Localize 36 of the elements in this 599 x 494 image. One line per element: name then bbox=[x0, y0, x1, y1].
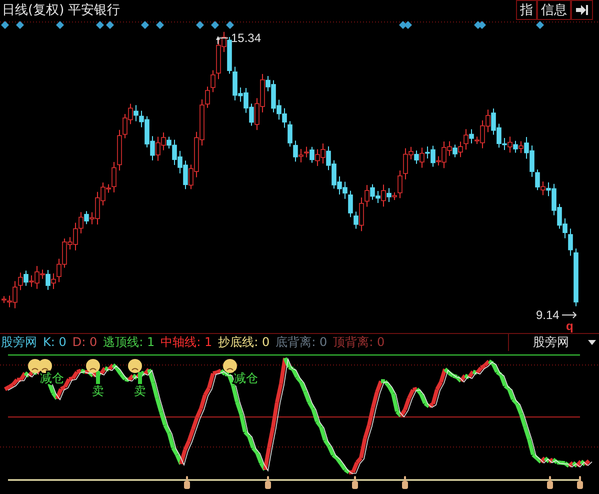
price-high-arrow bbox=[216, 36, 228, 44]
toolbar-button[interactable]: 信息 bbox=[537, 0, 571, 20]
indicator-value: 中轴线: 1 bbox=[160, 336, 212, 348]
indicator-value: 抄底线: 0 bbox=[218, 336, 270, 348]
indicator-value: K: 0 bbox=[43, 336, 66, 348]
marker-label: q bbox=[566, 319, 574, 333]
hand-pointer-icon bbox=[352, 476, 358, 489]
sell-signal: 卖 bbox=[92, 384, 104, 398]
period-label: 日线(复权) bbox=[2, 4, 64, 16]
price-low-label: 9.14 bbox=[536, 308, 560, 322]
hand-pointer-icon bbox=[184, 476, 190, 489]
sell-bar bbox=[138, 372, 142, 384]
frown-icon bbox=[86, 359, 100, 373]
indicator-name: 股旁网 bbox=[1, 336, 37, 348]
hand-pointer-icon bbox=[265, 476, 271, 489]
frown-icon bbox=[128, 359, 142, 373]
dropdown-caret-icon bbox=[588, 340, 596, 344]
indicator-value: D: 0 bbox=[72, 336, 98, 348]
toolbar-button[interactable]: 指 bbox=[516, 0, 537, 20]
price-low-arrow bbox=[562, 312, 577, 318]
toolbar-button[interactable] bbox=[571, 0, 593, 20]
reduce-signal: 减仓 bbox=[234, 371, 258, 385]
frown-icon bbox=[223, 359, 237, 373]
arrow-right-icon bbox=[576, 5, 588, 15]
stock-name: 平安银行 bbox=[68, 4, 120, 16]
frown-icon bbox=[38, 359, 52, 373]
sell-signal: 卖 bbox=[134, 384, 146, 398]
hand-pointer-icon bbox=[402, 476, 408, 489]
indicator-value: 底背离: 0 bbox=[276, 336, 328, 348]
price-high-label: 15.34 bbox=[231, 31, 262, 45]
hand-pointer-icon bbox=[547, 476, 553, 489]
hand-pointer-icon bbox=[577, 476, 583, 489]
indicator-value: 逃顶线: 1 bbox=[103, 336, 155, 348]
sell-bar bbox=[96, 372, 100, 384]
indicator-selector[interactable]: 股旁网 bbox=[508, 334, 599, 350]
indicator-value: 顶背离: 0 bbox=[333, 336, 385, 348]
